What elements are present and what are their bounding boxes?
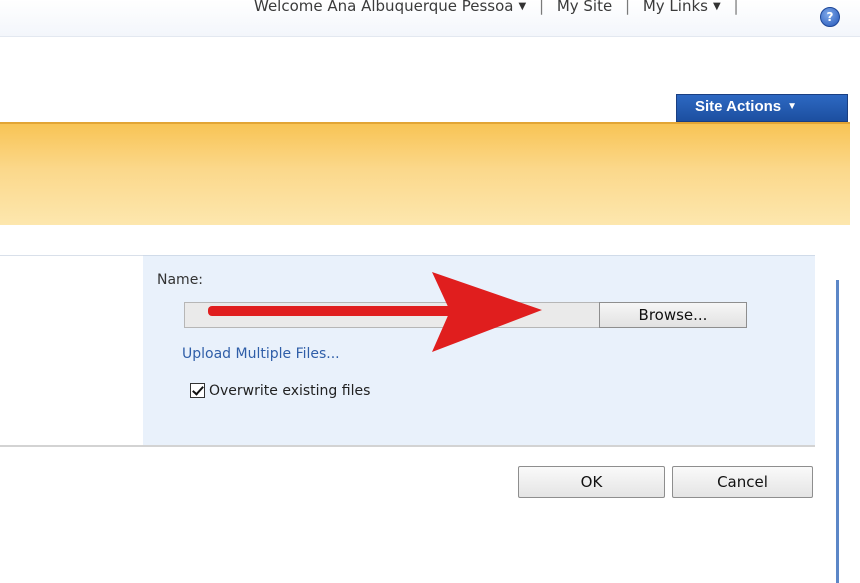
browse-button[interactable]: Browse...: [599, 302, 747, 328]
separator: |: [625, 0, 631, 15]
name-label: Name:: [157, 272, 204, 288]
chevron-down-icon: ▼: [787, 101, 798, 112]
welcome-text: Welcome Ana Albuquerque Pessoa: [254, 0, 514, 15]
page-title-band: [0, 122, 850, 225]
page-edge-border: [836, 280, 839, 583]
top-bar: Welcome Ana Albuquerque Pessoa ▼ | My Sit…: [0, 0, 860, 37]
separator: |: [538, 0, 545, 15]
my-site-link[interactable]: My Site: [557, 0, 612, 15]
my-links-text: My Links: [642, 0, 708, 15]
arrow-shaft: [208, 306, 458, 316]
chevron-down-icon: ▼: [712, 1, 721, 12]
my-links-menu[interactable]: My Links ▼: [643, 0, 721, 15]
cancel-button[interactable]: Cancel: [672, 466, 813, 498]
overwrite-option[interactable]: Overwrite existing files: [190, 383, 370, 399]
form-label-column: [0, 255, 143, 446]
chevron-down-icon: ▼: [518, 1, 527, 12]
separator: |: [733, 0, 739, 15]
help-icon[interactable]: ?: [820, 7, 840, 27]
site-actions-label: Site Actions: [695, 98, 782, 115]
form-divider: [0, 445, 815, 447]
ok-button[interactable]: OK: [518, 466, 665, 498]
overwrite-checkbox[interactable]: [190, 383, 205, 398]
welcome-menu[interactable]: Welcome Ana Albuquerque Pessoa ▼: [254, 0, 526, 15]
site-actions-button[interactable]: Site Actions ▼: [676, 94, 848, 122]
overwrite-label: Overwrite existing files: [209, 383, 371, 399]
red-arrow-annotation: [208, 272, 542, 352]
top-links: Welcome Ana Albuquerque Pessoa ▼ | My Sit…: [254, 0, 747, 15]
